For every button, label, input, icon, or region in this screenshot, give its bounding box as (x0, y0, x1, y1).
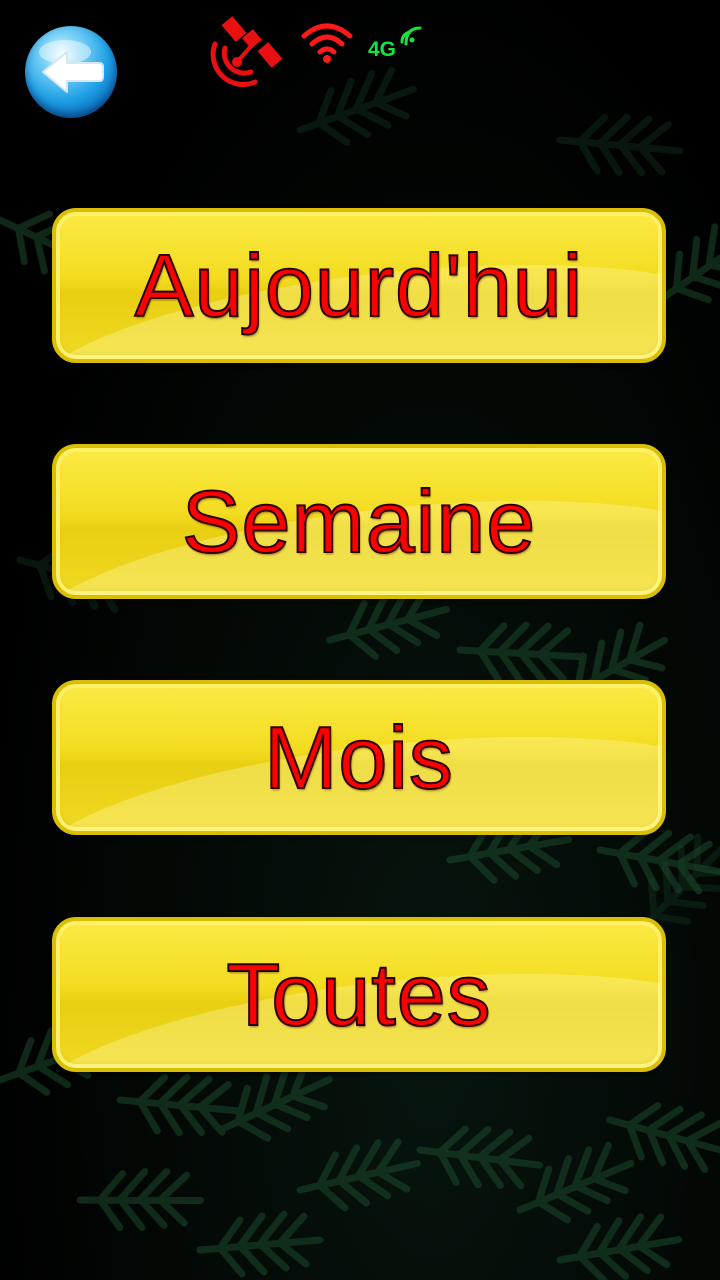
back-arrow-icon (39, 40, 104, 93)
app-screen: 4G Aujourd'hui Semaine Mois Toutes (0, 0, 720, 1280)
signal-bars-icon (400, 26, 422, 46)
back-button[interactable] (25, 26, 117, 118)
today-button[interactable]: Aujourd'hui (52, 208, 666, 363)
week-button[interactable]: Semaine (52, 444, 666, 599)
today-button-label: Aujourd'hui (134, 235, 584, 336)
week-button-label: Semaine (181, 471, 537, 572)
background-foliage (0, 0, 720, 1280)
satellite-icon (210, 16, 283, 87)
month-button[interactable]: Mois (52, 680, 666, 835)
network-type-label: 4G (368, 38, 397, 61)
all-button-label: Toutes (225, 944, 492, 1045)
month-button-label: Mois (263, 707, 454, 808)
wifi-icon (301, 23, 353, 63)
all-button[interactable]: Toutes (52, 917, 666, 1072)
network-icon: 4G (368, 24, 424, 64)
